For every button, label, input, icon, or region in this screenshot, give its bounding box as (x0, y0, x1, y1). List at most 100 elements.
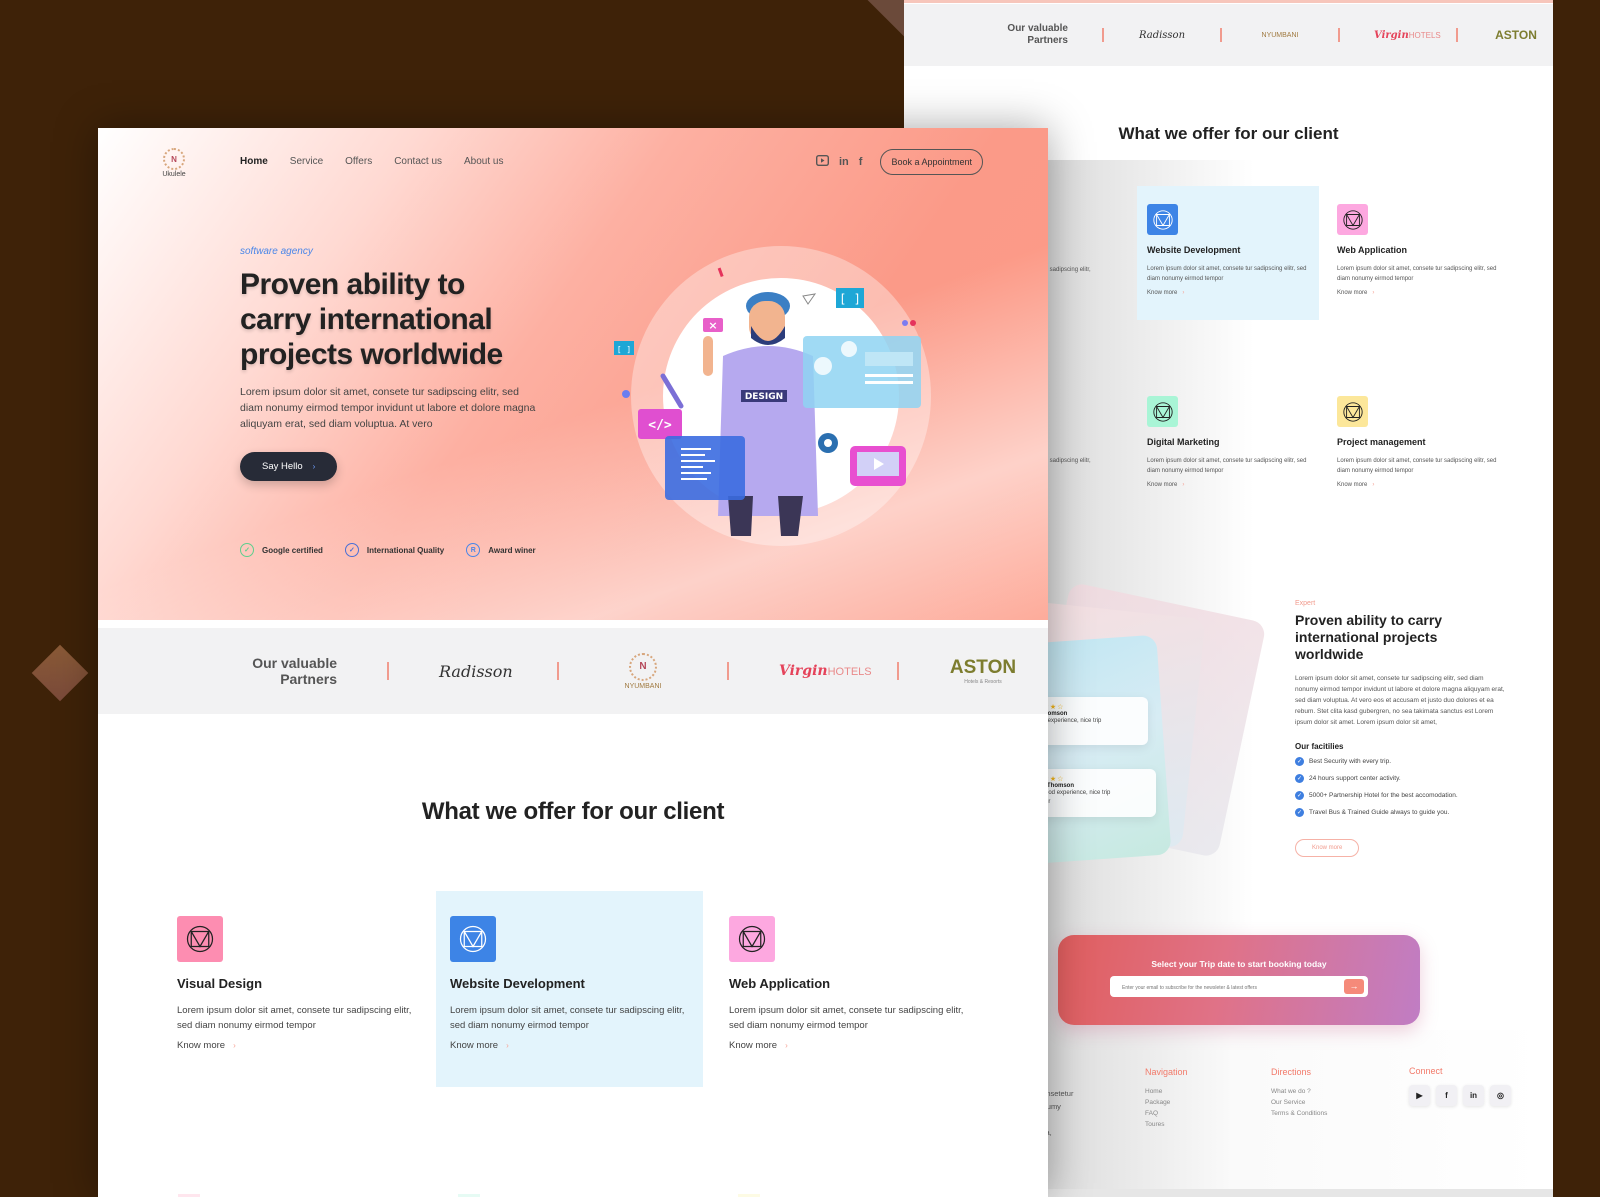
facebook-icon[interactable]: f (1436, 1085, 1457, 1106)
separator (1456, 28, 1458, 42)
youtube-icon[interactable] (815, 154, 829, 169)
logo-mark-icon: N (163, 148, 185, 170)
nav-home[interactable]: Home (240, 156, 268, 167)
hero-section: N Ukulele Home Service Offers Contact us… (98, 128, 1048, 620)
award-icon: R (466, 543, 481, 557)
subscribe-field: → (1110, 976, 1368, 997)
top-accent-line (904, 0, 1553, 3)
hero-badges: ✓ Google certified ✓ International Quality… (240, 543, 536, 557)
instagram-icon[interactable]: ◎ (1490, 1085, 1511, 1106)
facility-item: ✓ Best Security with every trip. (1295, 757, 1391, 766)
service-icon (1337, 396, 1368, 427)
partners-title: Our valuable Partners (252, 655, 337, 687)
svg-text:[ ]: [ ] (617, 345, 631, 354)
facility-item: ✓ Travel Bus & Trained Guide always to gu… (1295, 808, 1450, 817)
raised-hand (703, 336, 713, 376)
expert-title: Proven ability to carry international pr… (1295, 612, 1443, 662)
separator (1102, 28, 1104, 42)
hero-title: Proven ability to carry international pr… (240, 268, 503, 371)
nav-contact-us[interactable]: Contact us (394, 156, 442, 167)
know-more-link[interactable]: Know more › (450, 1040, 703, 1051)
know-more-link[interactable]: Know more › (1147, 290, 1309, 296)
nav-actions: in f Book a Appointment (815, 149, 983, 175)
navbar: N Ukulele Home Service Offers Contact us… (98, 128, 1048, 198)
separator (1338, 28, 1340, 42)
nyumbani-logo: NYUMBANI (1261, 31, 1299, 39)
separator (727, 662, 729, 680)
service-icon (450, 916, 496, 962)
svg-text:[ ]: [ ] (839, 292, 861, 306)
footer-link[interactable]: What we do ? (1271, 1086, 1327, 1097)
partners-strip: Our valuable Partners Radisson N NYUMBANI… (98, 628, 1048, 714)
hero-subtitle: software agency (240, 246, 313, 257)
service-icon (1337, 204, 1368, 235)
aston-logo: ASTON (1495, 28, 1537, 42)
virgin-hotels-logo: VirginHOTELS (779, 663, 872, 679)
hero-illustration: × [ ] [ ] DESIGN </> (614, 246, 931, 546)
footer-navigation: Navigation Home Package FAQ Toures (1145, 1067, 1188, 1130)
say-hello-button[interactable]: Say Hello › (240, 452, 338, 481)
nav-offers[interactable]: Offers (345, 156, 372, 167)
virgin-hotels-logo: VirginHOTELS (1374, 29, 1441, 41)
partners-title: Our valuable Partners (1007, 23, 1068, 46)
linkedin-icon[interactable]: in (1463, 1085, 1484, 1106)
facebook-icon[interactable]: f (859, 156, 863, 168)
separator (557, 662, 559, 680)
subscribe-arrow-button[interactable]: → (1344, 979, 1364, 994)
aston-logo: ASTON Hotels & Resorts (949, 657, 1017, 685)
chevron-right-icon: › (233, 1041, 236, 1050)
nav-service[interactable]: Service (290, 156, 323, 167)
service-icon (729, 916, 775, 962)
youtube-icon[interactable]: ▶ (1409, 1085, 1430, 1106)
service-card-visual-design[interactable]: Visual Design Lorem ipsum dolor sit amet… (98, 891, 411, 1087)
offer-title: What we offer for our client (421, 798, 725, 825)
radisson-logo: Radisson (1138, 29, 1186, 41)
service-card-website-development[interactable]: Website Development Lorem ipsum dolor si… (436, 891, 703, 1087)
booking-banner: Select your Trip date to start booking t… (1058, 935, 1420, 1025)
check-circle-icon: ✓ (240, 543, 254, 557)
check-icon: ✓ (1295, 791, 1304, 800)
chevron-right-icon: › (506, 1041, 509, 1050)
service-card-web-application[interactable]: Web Application Lorem ipsum dolor sit am… (1327, 186, 1509, 320)
footer-link[interactable]: Terms & Conditions (1271, 1108, 1327, 1119)
check-icon: ✓ (1295, 757, 1304, 766)
service-card-project-management[interactable]: Project management Lorem ipsum dolor sit… (1327, 378, 1509, 512)
footer-link[interactable]: Our Service (1271, 1097, 1327, 1108)
service-card-website-development[interactable]: Website Development Lorem ipsum dolor si… (1137, 186, 1319, 320)
know-more-link[interactable]: Know more › (1337, 482, 1499, 488)
know-more-button[interactable]: Know more (1295, 839, 1360, 857)
know-more-link[interactable]: Know more › (1337, 290, 1499, 296)
front-page-preview: N Ukulele Home Service Offers Contact us… (98, 128, 1048, 1197)
nav-about-us[interactable]: About us (464, 156, 503, 167)
book-appointment-button[interactable]: Book a Appointment (880, 149, 983, 175)
badge-google-certified: ✓ Google certified (240, 543, 323, 557)
svg-text:×: × (708, 319, 717, 332)
footer-link[interactable]: Toures (1145, 1119, 1188, 1130)
svg-text:</>: </> (648, 418, 672, 433)
main-menu: Home Service Offers Contact us About us (240, 156, 504, 167)
footer-link[interactable]: Package (1145, 1097, 1188, 1108)
badge-award-winner: R Award winer (466, 543, 536, 557)
footer-link[interactable]: FAQ (1145, 1108, 1188, 1119)
know-more-link[interactable]: Know more › (1147, 482, 1309, 488)
radisson-logo: Radisson (439, 661, 513, 681)
check-circle-icon: ✓ (344, 543, 359, 557)
facility-item: ✓ 24 hours support center activity. (1295, 774, 1401, 783)
expert-section: Expert Proven ability to carry internati… (1295, 600, 1505, 857)
know-more-link[interactable]: Know more › (729, 1040, 982, 1051)
service-card-web-application[interactable]: Web Application Lorem ipsum dolor sit am… (715, 891, 982, 1087)
footer-link[interactable]: Home (1145, 1086, 1188, 1097)
footer-directions: Directions What we do ? Our Service Term… (1271, 1067, 1328, 1119)
chevron-right-icon: › (312, 462, 316, 471)
logo[interactable]: N Ukulele (160, 148, 188, 178)
hero-text: Lorem ipsum dolor sit amet, consete tur … (240, 386, 536, 430)
service-icon (1147, 204, 1178, 235)
linkedin-icon[interactable]: in (839, 156, 849, 168)
nyumbani-logo: N NYUMBANI (609, 652, 677, 690)
hero-content: software agency Proven ability to carry … (240, 246, 540, 481)
separator (897, 662, 899, 680)
facility-item: ✓ 5000+ Partnership Hotel for the best ac… (1295, 791, 1458, 800)
email-input[interactable] (1122, 985, 1342, 991)
service-card-digital-marketing[interactable]: Digital Marketing Lorem ipsum dolor sit … (1137, 378, 1319, 512)
know-more-link[interactable]: Know more › (177, 1040, 365, 1051)
